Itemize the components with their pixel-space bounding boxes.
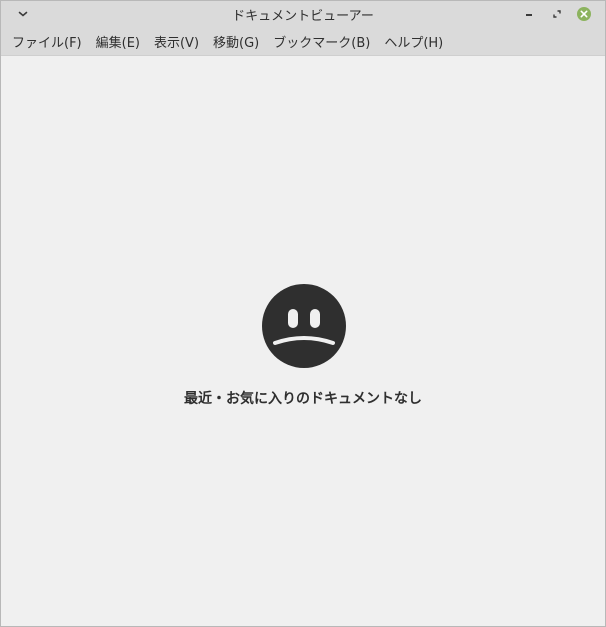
title-bar[interactable]: ドキュメントビューアー: [1, 1, 605, 28]
menu-bar: ファイル(F) 編集(E) 表示(V) 移動(G) ブックマーク(B) ヘルプ(…: [1, 28, 605, 56]
menu-file[interactable]: ファイル(F): [5, 29, 89, 54]
menu-help[interactable]: ヘルプ(H): [377, 29, 450, 54]
sad-face-icon: [261, 283, 347, 369]
menu-go[interactable]: 移動(G): [206, 29, 266, 54]
maximize-icon[interactable]: [549, 6, 565, 22]
menu-view[interactable]: 表示(V): [147, 29, 206, 54]
document-area: 最近・お気に入りのドキュメントなし: [1, 57, 605, 626]
close-icon[interactable]: [576, 6, 592, 22]
menu-bookmarks[interactable]: ブックマーク(B): [266, 29, 377, 54]
document-viewer-window: ドキュメントビューアー ファイル(F) 編集(E) 表示(V) 移動(G) ブッ…: [0, 0, 606, 627]
menu-edit[interactable]: 編集(E): [89, 29, 147, 54]
empty-state-message: 最近・お気に入りのドキュメントなし: [184, 391, 422, 407]
minimize-icon[interactable]: [521, 6, 537, 22]
window-title: ドキュメントビューアー: [232, 9, 374, 24]
chevron-down-icon[interactable]: [15, 6, 31, 22]
